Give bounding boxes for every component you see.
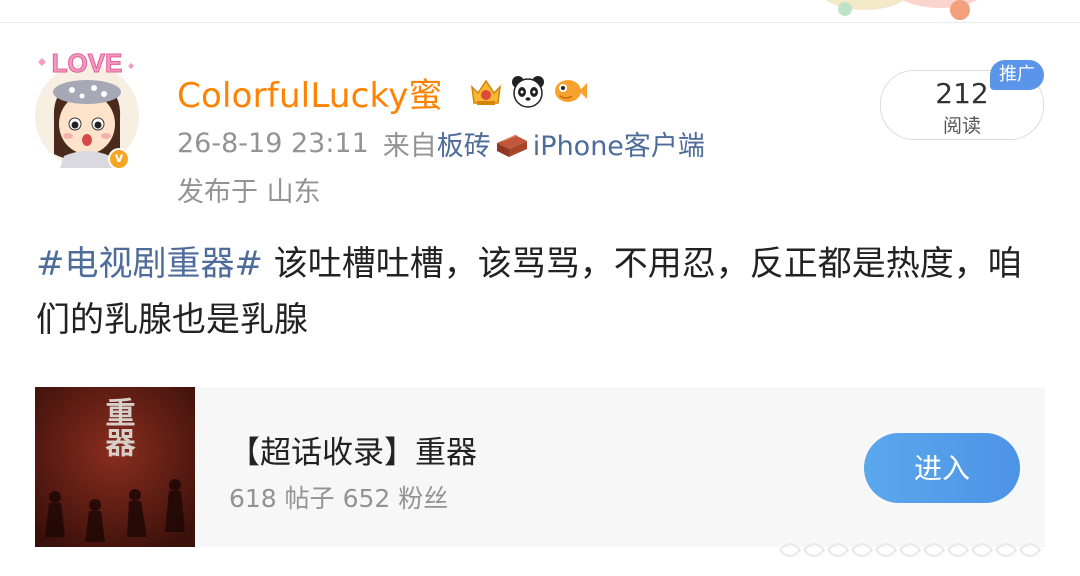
post-meta: 26-8-19 23:11 来自 板砖 iPhone客户端 xyxy=(177,124,705,163)
card-stats: 618 帖子 652 粉丝 xyxy=(229,484,449,513)
super-topic-card[interactable]: 重器 【超话收录】重器 618 帖子 652 粉丝 进入 xyxy=(35,387,1045,547)
brick-icon xyxy=(496,134,527,157)
top-decoration xyxy=(800,0,1030,22)
username[interactable]: ColorfulLucky蜜 xyxy=(177,68,443,117)
user-badges xyxy=(468,72,588,110)
post-body: #电视剧重器# 该吐槽吐槽，该骂骂，不用忍，反正都是热度，咱们的乳腺也是乳腺 xyxy=(36,236,1046,348)
watermark xyxy=(779,543,1042,557)
timestamp: 26-8-19 23:11 xyxy=(177,128,369,159)
svg-text:LOVE: LOVE xyxy=(52,48,123,78)
fish-icon[interactable] xyxy=(552,73,588,109)
panda-icon[interactable] xyxy=(510,73,546,109)
hashtag-link[interactable]: #电视剧重器# xyxy=(36,244,263,284)
verified-badge-icon: v xyxy=(108,148,130,170)
source-prefix: 来自 xyxy=(382,131,437,162)
promote-tag[interactable]: 推广 xyxy=(990,60,1044,90)
enter-button[interactable]: 进入 xyxy=(864,433,1020,503)
thumbnail-title: 重器 xyxy=(100,397,137,457)
crown-badge-icon[interactable] xyxy=(468,73,504,109)
source-app-link[interactable]: 板砖 xyxy=(437,124,491,163)
read-label: 阅读 xyxy=(942,115,981,137)
topic-thumbnail: 重器 xyxy=(35,387,195,547)
source-client-link[interactable]: iPhone客户端 xyxy=(533,124,705,163)
post-location: 发布于 山东 xyxy=(177,177,321,208)
user-avatar[interactable]: LOVE v xyxy=(34,44,144,170)
top-divider xyxy=(0,22,1080,23)
card-title: 【超话收录】重器 xyxy=(229,435,477,471)
